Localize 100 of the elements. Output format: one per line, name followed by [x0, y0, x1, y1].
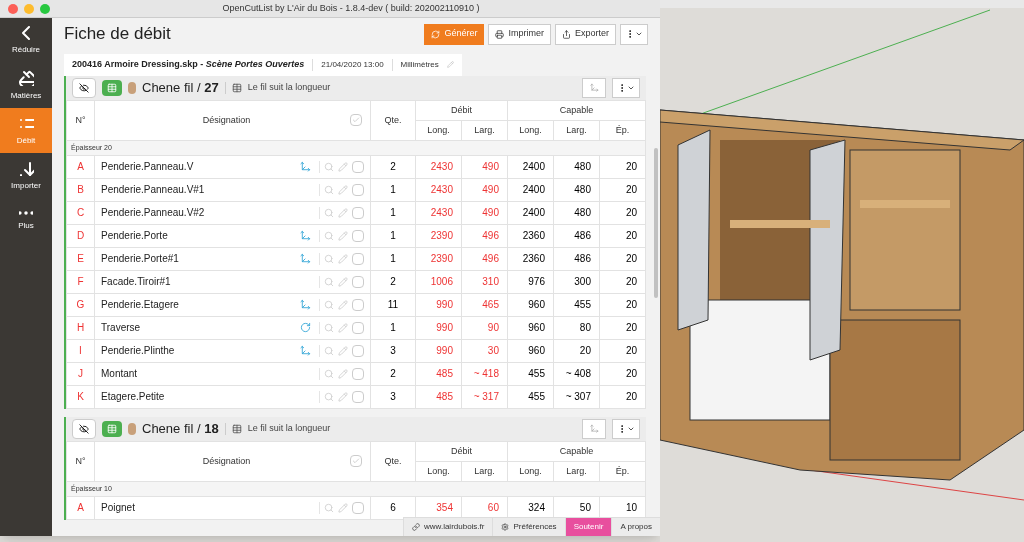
material-type-icon: [102, 420, 122, 437]
column-header: Ép.: [615, 124, 630, 135]
row-checkbox[interactable]: [351, 252, 364, 265]
part-name: Penderie.Panneau.V#1: [101, 183, 206, 198]
column-header: Débit: [450, 104, 472, 115]
search-icon: [323, 322, 334, 333]
part-letter: C: [76, 207, 85, 219]
row-checkbox[interactable]: [351, 390, 364, 403]
thickness: 20: [625, 391, 637, 403]
column-header: N°: [75, 455, 86, 466]
row-checkbox[interactable]: [351, 275, 364, 288]
row-checkbox[interactable]: [351, 501, 364, 514]
search-icon: [323, 161, 334, 172]
search-icon: [323, 368, 334, 379]
options-button[interactable]: [582, 77, 606, 98]
print-button[interactable]: Imprimer: [488, 23, 551, 45]
material-type-icon: [102, 79, 122, 96]
quantity: 11: [387, 299, 399, 311]
preferences-button[interactable]: Préférences: [492, 518, 565, 536]
column-header: Désignation: [202, 454, 251, 468]
visibility-toggle-button[interactable]: [72, 77, 96, 98]
part-letter: J: [78, 368, 83, 380]
edit-icon: [337, 502, 348, 513]
select-all-checkbox[interactable]: [349, 455, 362, 468]
visibility-toggle-button[interactable]: [72, 418, 96, 439]
cut-length: 354: [436, 502, 453, 514]
part-letter: K: [77, 391, 84, 403]
search-icon: [323, 253, 334, 264]
thickness: 20: [625, 253, 637, 265]
check-icon: [351, 457, 360, 466]
file-name: 200416 Armoire Dressing.skp - Scène Portes Ouvertes: [72, 58, 305, 71]
scrollbar[interactable]: [654, 148, 658, 298]
part-name: Penderie.Panneau.V: [101, 160, 195, 175]
date: 21/04/2020 13:00: [321, 58, 384, 71]
column-header: Capable: [559, 445, 594, 456]
back-icon: [22, 25, 30, 40]
final-length: 455: [528, 391, 545, 403]
cut-width: ~ 317: [473, 391, 499, 403]
cut-width: 490: [482, 161, 499, 173]
part-letter: E: [77, 253, 84, 265]
row-checkbox[interactable]: [351, 183, 364, 196]
final-width: 20: [579, 345, 591, 357]
row-checkbox[interactable]: [351, 160, 364, 173]
minimize-icon[interactable]: [24, 3, 34, 14]
quantity: 2: [390, 368, 396, 380]
menu-button[interactable]: [612, 77, 640, 98]
column-header: Long.: [519, 465, 542, 476]
row-checkbox[interactable]: [351, 321, 364, 334]
maximize-icon[interactable]: [40, 3, 50, 14]
cut-length: 2390: [430, 230, 453, 242]
thickness: 20: [625, 184, 637, 196]
column-header: Long.: [519, 124, 542, 135]
website-link[interactable]: www.lairdubois.fr: [403, 518, 493, 536]
printer-icon: [495, 29, 505, 39]
part-letter: B: [77, 184, 84, 196]
row-checkbox[interactable]: [351, 229, 364, 242]
row-checkbox[interactable]: [351, 298, 364, 311]
column-header: Larg.: [566, 124, 587, 135]
final-width: 80: [579, 322, 591, 334]
row-checkbox[interactable]: [351, 367, 364, 380]
final-width: 486: [574, 253, 591, 265]
sidebar-item[interactable]: Plus: [0, 198, 52, 243]
options-button[interactable]: [582, 418, 606, 439]
cut-width: 310: [482, 276, 499, 288]
edit-icon: [337, 299, 348, 310]
row-checkbox[interactable]: [351, 206, 364, 219]
more-menu-button[interactable]: [620, 23, 648, 45]
quantity: 1: [390, 322, 396, 334]
sidebar-item[interactable]: Réduire: [0, 18, 52, 63]
search-icon: [323, 230, 334, 241]
quantity: 1: [390, 230, 396, 242]
window-title: OpenCutList by L'Air du Bois - 1.8.4-dev ( build: 202002110910 ): [221, 1, 481, 15]
column-header: Débit: [450, 445, 472, 456]
final-width: 486: [574, 230, 591, 242]
part-name: Penderie.Porte: [101, 229, 169, 244]
sidebar-item[interactable]: Matières: [0, 63, 52, 108]
row-checkbox[interactable]: [351, 344, 364, 357]
final-width: 480: [574, 184, 591, 196]
cut-width: 496: [482, 253, 499, 265]
search-icon: [323, 207, 334, 218]
sidebar-item[interactable]: Importer: [0, 153, 52, 198]
column-header: Désignation: [202, 113, 251, 127]
quantity: 1: [390, 207, 396, 219]
part-letter: G: [76, 299, 85, 311]
column-header: Long.: [427, 124, 450, 135]
menu-button[interactable]: [612, 418, 640, 439]
final-width: 480: [574, 161, 591, 173]
grain-icon: [231, 423, 242, 434]
final-width: 455: [574, 299, 591, 311]
column-header: Capable: [559, 104, 594, 115]
final-length: 2400: [522, 161, 545, 173]
edit-icon: [337, 207, 348, 218]
close-icon[interactable]: [8, 3, 18, 14]
cut-width: 490: [482, 207, 499, 219]
cut-width: ~ 418: [473, 368, 499, 380]
export-button[interactable]: Exporter: [555, 23, 616, 45]
settings-icon: [501, 523, 510, 531]
final-width: 300: [574, 276, 591, 288]
select-all-checkbox[interactable]: [349, 114, 362, 127]
units: Millimètres: [400, 58, 439, 71]
